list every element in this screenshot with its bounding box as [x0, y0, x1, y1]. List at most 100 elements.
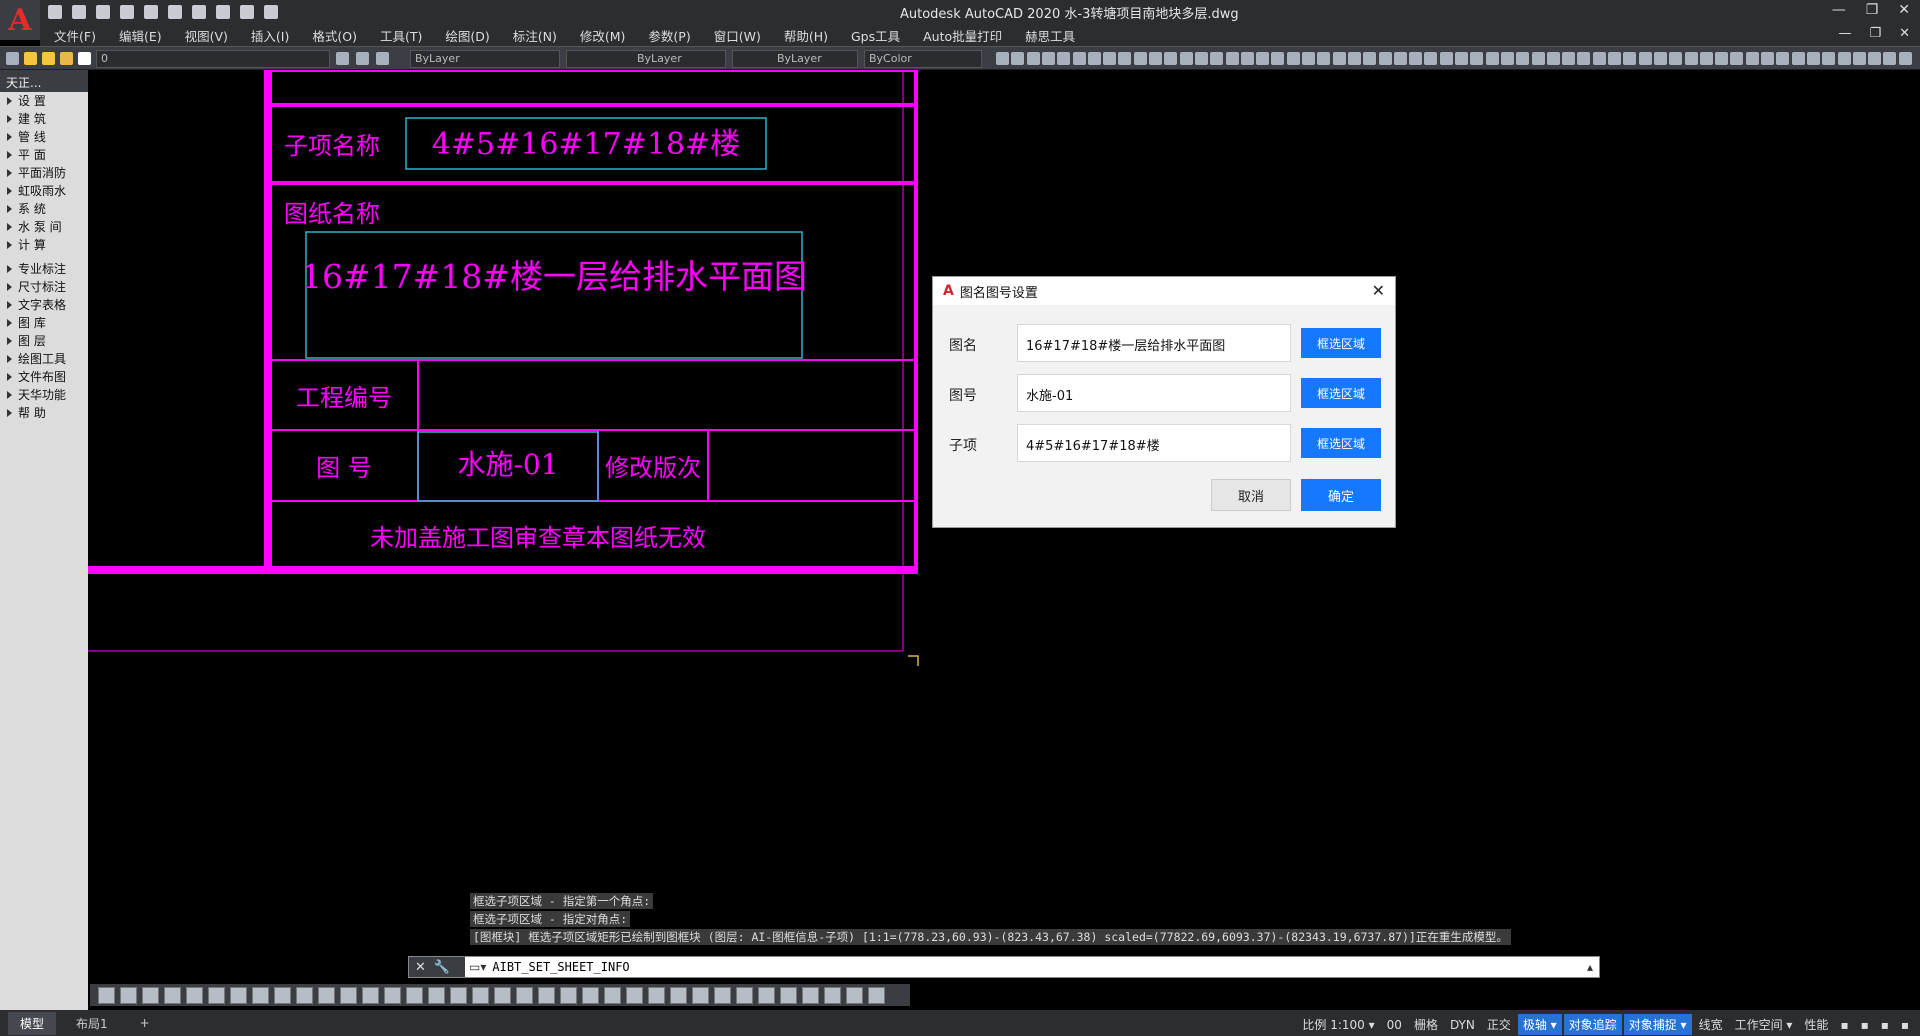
panel-item[interactable]: 图 库: [0, 314, 88, 332]
insert-icon[interactable]: [1347, 52, 1361, 65]
panel-item[interactable]: 图 层: [0, 332, 88, 350]
menu-item[interactable]: 修改(M): [580, 26, 626, 45]
layer-lock-icon[interactable]: [60, 52, 73, 65]
menu-item[interactable]: 标注(N): [513, 26, 557, 45]
panel-item[interactable]: 专业标注: [0, 260, 88, 278]
bottom-tool-icon[interactable]: [362, 986, 379, 1004]
subitem-select-area-button[interactable]: 框选区域: [1301, 428, 1381, 458]
dimension-icon[interactable]: [1653, 52, 1667, 65]
ucs-icon[interactable]: [1837, 52, 1851, 65]
zoom-icon[interactable]: [1776, 52, 1790, 65]
plot-icon[interactable]: [192, 5, 206, 19]
menu-item[interactable]: 窗口(W): [714, 26, 761, 45]
linetype-dropdown[interactable]: ByLayer: [566, 50, 726, 68]
list-icon[interactable]: [1715, 52, 1729, 65]
osnap-icon[interactable]: [1898, 52, 1912, 65]
status-fullscreen-icon[interactable]: ▪: [1876, 1016, 1894, 1034]
move-icon[interactable]: [1133, 52, 1147, 65]
snap-icon[interactable]: [1868, 52, 1882, 65]
bottom-tool-icon[interactable]: [208, 986, 225, 1004]
rectangle-icon[interactable]: [1485, 52, 1499, 65]
panel-item[interactable]: 水 泵 间: [0, 218, 88, 236]
status-info-icon[interactable]: ▪: [1835, 1016, 1853, 1034]
command-history-toggle-icon[interactable]: ▴: [1587, 960, 1599, 974]
circle-icon[interactable]: [1455, 52, 1468, 65]
save-to-web-icon[interactable]: [168, 5, 182, 19]
dialog-close-icon[interactable]: ✕: [1372, 281, 1385, 300]
add-layout-button[interactable]: +: [128, 1013, 162, 1033]
menu-item[interactable]: 文件(F): [54, 26, 96, 45]
layer-on-bulb-icon[interactable]: [24, 52, 37, 65]
scale-icon[interactable]: [1164, 52, 1178, 65]
polygon-icon[interactable]: [1500, 52, 1514, 65]
bottom-tool-icon[interactable]: [692, 986, 709, 1004]
panel-item[interactable]: 尺寸标注: [0, 278, 88, 296]
arc-icon[interactable]: [1470, 52, 1484, 65]
revcloud-icon[interactable]: [1623, 52, 1637, 65]
menu-item[interactable]: Auto批量打印: [923, 26, 1002, 45]
sheet-no-select-area-button[interactable]: 框选区域: [1301, 378, 1381, 408]
cancel-button[interactable]: 取消: [1211, 479, 1291, 511]
regen-icon[interactable]: [1761, 52, 1774, 65]
sheet-name-input[interactable]: 16#17#18#楼一层给排水平面图: [1017, 324, 1291, 362]
gradient-icon[interactable]: [1577, 52, 1591, 65]
rotate-icon[interactable]: [1149, 52, 1162, 65]
bottom-tool-icon[interactable]: [120, 986, 137, 1004]
wipeout-icon[interactable]: [1608, 52, 1621, 65]
open-file-icon[interactable]: [72, 5, 86, 19]
menu-item[interactable]: 插入(I): [251, 26, 289, 45]
doc-restore-icon[interactable]: ❐: [1869, 26, 1881, 41]
bottom-tool-icon[interactable]: [296, 986, 313, 1004]
bottom-tool-icon[interactable]: [340, 986, 357, 1004]
block-icon[interactable]: [1332, 52, 1346, 65]
status-toggle[interactable]: 工作空间 ▾: [1730, 1014, 1798, 1035]
measure-icon[interactable]: [1684, 52, 1698, 65]
bottom-tool-icon[interactable]: [736, 986, 753, 1004]
panel-item[interactable]: 帮 助: [0, 404, 88, 422]
panel-item[interactable]: 绘图工具: [0, 350, 88, 368]
bottom-tool-icon[interactable]: [450, 986, 467, 1004]
bottom-tool-icon[interactable]: [560, 986, 577, 1004]
lineweight-dropdown[interactable]: ByLayer: [732, 50, 858, 68]
explode-icon[interactable]: [1286, 52, 1300, 65]
plotstyle-dropdown[interactable]: ByColor: [864, 50, 982, 68]
redo-icon[interactable]: [240, 5, 254, 19]
application-menu-button[interactable]: A: [0, 0, 40, 40]
layer-freeze-sun-icon[interactable]: [42, 52, 55, 65]
dim-style-icon[interactable]: [996, 52, 1009, 65]
pan-icon[interactable]: [1791, 52, 1805, 65]
status-toggle[interactable]: 性能: [1799, 1014, 1833, 1035]
bottom-tool-icon[interactable]: [142, 986, 159, 1004]
bottom-tool-icon[interactable]: [98, 986, 115, 1004]
drawing-canvas[interactable]: 子项名称 4#5#16#17#18#楼 图纸名称 16#17#18#楼一层给排水…: [88, 68, 1920, 1010]
sheet-name-select-area-button[interactable]: 框选区域: [1301, 328, 1381, 358]
bottom-tool-icon[interactable]: [472, 986, 489, 1004]
tab-layout1[interactable]: 布局1: [64, 1012, 120, 1035]
bottom-tool-icon[interactable]: [824, 986, 841, 1004]
bottom-tool-icon[interactable]: [670, 986, 687, 1004]
tab-model[interactable]: 模型: [8, 1011, 57, 1035]
bottom-tool-icon[interactable]: [230, 986, 247, 1004]
menu-item[interactable]: 绘图(D): [445, 26, 489, 45]
status-toggle[interactable]: 栅格: [1409, 1014, 1443, 1035]
bottom-tool-icon[interactable]: [164, 986, 181, 1004]
ellipse-icon[interactable]: [1531, 52, 1545, 65]
close-command-line-icon[interactable]: ✕: [415, 960, 426, 975]
orbit-icon[interactable]: [1806, 52, 1820, 65]
menu-item[interactable]: 工具(T): [380, 26, 422, 45]
text-style-icon[interactable]: [1011, 52, 1025, 65]
status-toggle[interactable]: DYN: [1445, 1016, 1480, 1034]
panel-item[interactable]: 文字表格: [0, 296, 88, 314]
new-file-icon[interactable]: [48, 5, 62, 19]
bottom-tool-icon[interactable]: [846, 986, 863, 1004]
panel-item[interactable]: 建 筑: [0, 110, 88, 128]
make-current-layer-icon[interactable]: [336, 52, 349, 65]
bottom-tool-icon[interactable]: [252, 986, 269, 1004]
restore-icon[interactable]: ❐: [1866, 2, 1879, 18]
undo-icon[interactable]: [216, 5, 230, 19]
audit-icon[interactable]: [1745, 52, 1759, 65]
polyline-icon[interactable]: [1439, 52, 1453, 65]
hatch-icon[interactable]: [1317, 52, 1331, 65]
layer-previous-icon[interactable]: [356, 52, 369, 65]
properties-icon[interactable]: [1378, 52, 1392, 65]
